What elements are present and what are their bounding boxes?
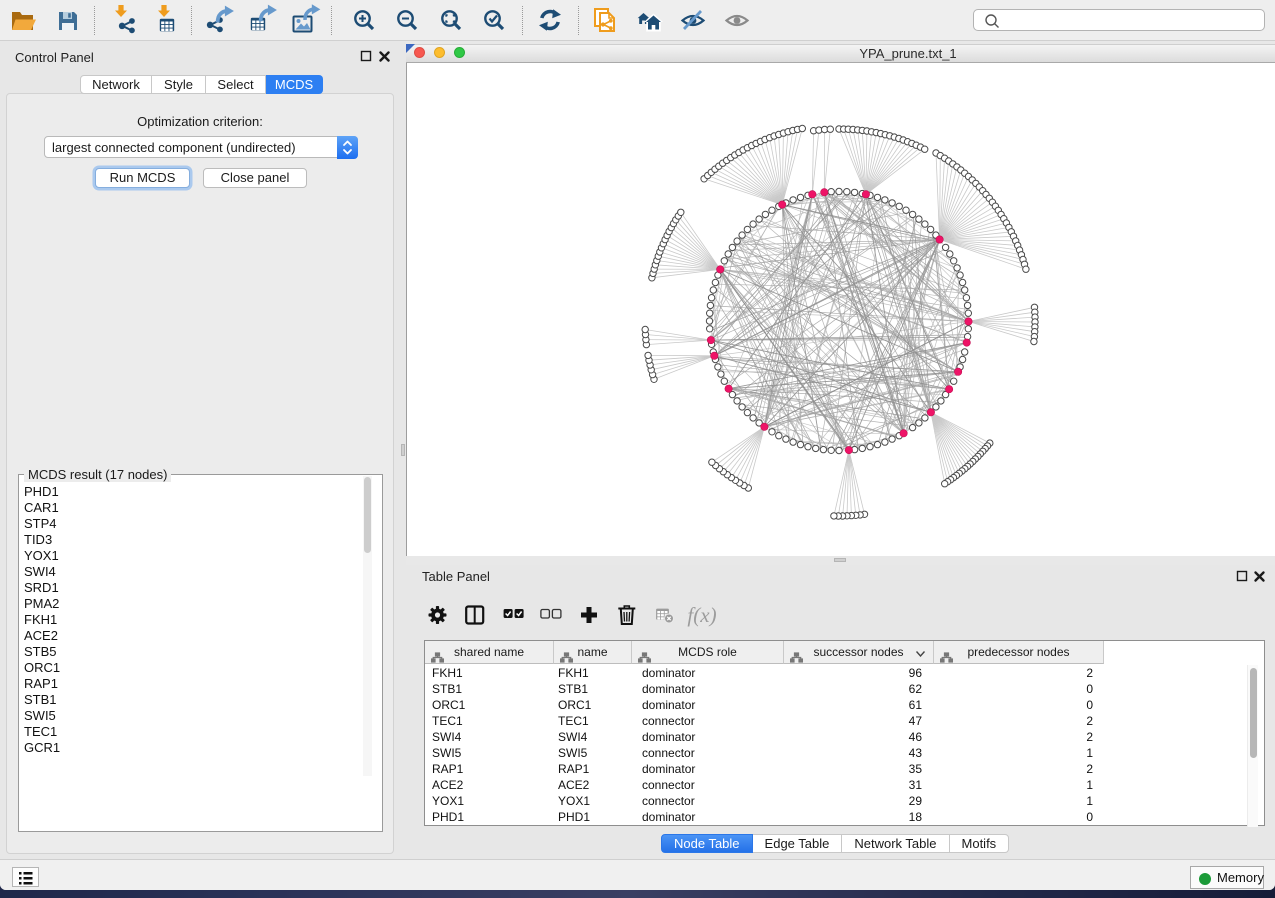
svg-text:f(x): f(x) — [687, 603, 716, 627]
